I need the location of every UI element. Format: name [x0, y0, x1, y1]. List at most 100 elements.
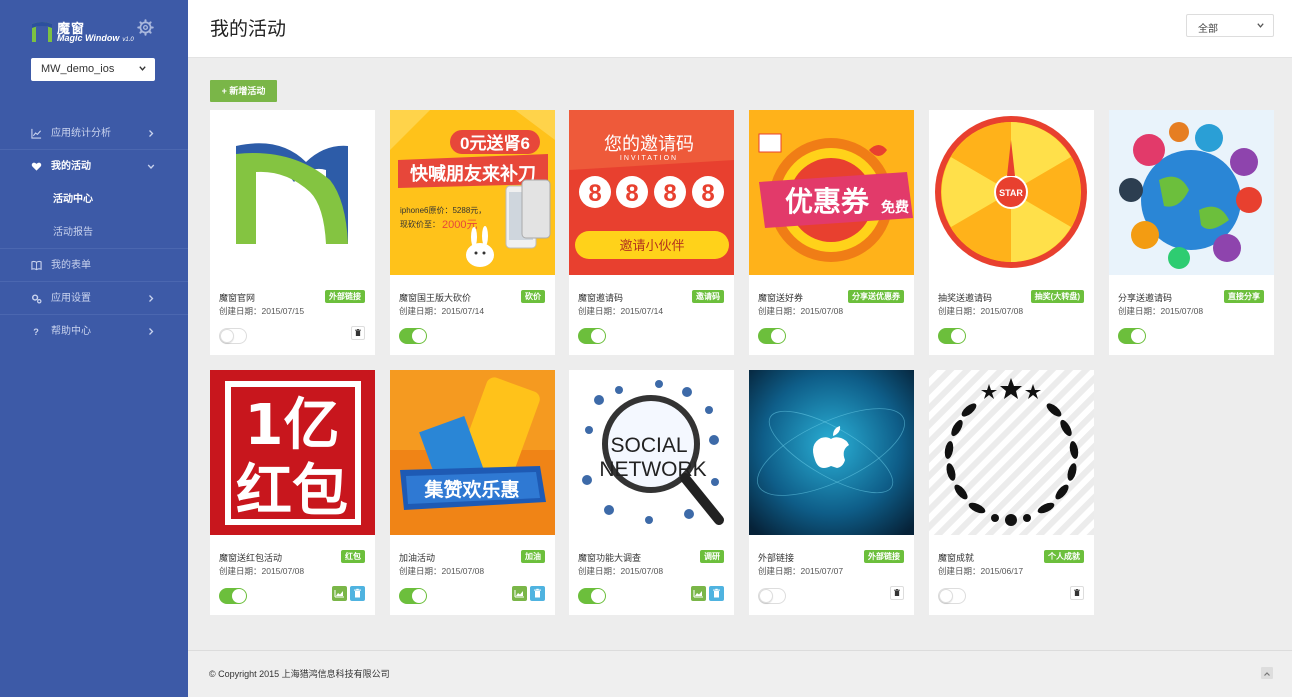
social-globe-thumbnail[interactable] — [1109, 110, 1274, 275]
delete-button[interactable] — [709, 586, 724, 601]
activity-name: 魔窗送红包活动 — [219, 553, 283, 563]
sidebar-item-settings[interactable]: 应用设置 — [0, 282, 188, 315]
activity-card[interactable]: STAR 抽奖送邀请码 创建日期：2015/07/08 抽奖(大转盘) — [929, 110, 1094, 355]
activity-toggle[interactable] — [399, 588, 427, 604]
delete-button[interactable] — [530, 586, 545, 601]
activity-card[interactable]: 魔窗成就 创建日期：2015/06/17 个人成就 — [929, 370, 1094, 615]
lucky-wheel-thumbnail[interactable]: STAR — [929, 110, 1094, 275]
activity-card[interactable]: SOCIAL NETWORK 魔窗功能大调查 创建日期：2015/07/08 调… — [569, 370, 734, 615]
activity-card[interactable]: 0元送肾6 快喊朋友来补刀 iphone6原价：5288元， 现砍价至： 200… — [390, 110, 555, 355]
social-text-2: NETWORK — [599, 458, 706, 481]
activity-type-badge: 直接分享 — [1224, 290, 1264, 303]
toggle-knob — [412, 589, 426, 603]
add-activity-button[interactable]: + 新增活动 — [210, 80, 277, 102]
logo-version: v1.0 — [122, 37, 134, 43]
activity-toggle[interactable] — [938, 588, 966, 604]
heart-icon — [31, 162, 42, 171]
sidebar-item-label: 活动中心 — [53, 194, 93, 205]
delete-button[interactable] — [890, 586, 904, 600]
gear-icon[interactable] — [137, 19, 154, 36]
activity-card[interactable]: 1亿 红包 魔窗送红包活动 创建日期：2015/07/08 红包 — [210, 370, 375, 615]
sidebar-item-activity-center[interactable]: 活动中心 — [0, 183, 188, 216]
activity-name: 魔窗成就 — [938, 553, 975, 563]
activity-card[interactable]: 集赞欢乐惠 加油活动 创建日期：2015/07/08 加油 — [390, 370, 555, 615]
delete-button[interactable] — [1070, 586, 1084, 600]
filter-value: 全部 — [1198, 24, 1218, 35]
activity-date: 创建日期：2015/07/08 — [219, 566, 305, 576]
trash-icon — [354, 588, 361, 598]
report-button[interactable] — [691, 586, 706, 601]
delete-button[interactable] — [350, 586, 365, 601]
bargain-price-original: iphone6原价：5288元， — [400, 206, 486, 215]
chart-icon — [334, 590, 344, 598]
activity-toggle[interactable] — [219, 328, 247, 344]
activity-toggle[interactable] — [758, 328, 786, 344]
invite-digit: 8 — [588, 180, 601, 207]
brand-logo[interactable]: 魔窗 Magic Window v1.0 — [30, 18, 134, 46]
activity-toggle[interactable] — [399, 328, 427, 344]
report-button[interactable] — [332, 586, 347, 601]
activity-toggle[interactable] — [219, 588, 247, 604]
invite-digit: 8 — [625, 180, 638, 207]
question-icon: ? — [33, 327, 39, 337]
activity-type-badge: 外部链接 — [325, 290, 365, 303]
activity-name: 外部链接 — [758, 553, 795, 563]
status-filter-select[interactable]: 全部 — [1186, 14, 1274, 37]
sidebar-item-label: 我的活动 — [51, 161, 91, 172]
sidebar-item-help[interactable]: ? 帮助中心 — [0, 315, 188, 348]
activity-toggle[interactable] — [578, 588, 606, 604]
social-network-thumbnail[interactable]: SOCIAL NETWORK — [569, 370, 734, 535]
activity-toggle[interactable] — [1118, 328, 1146, 344]
activity-card[interactable]: 分享送邀请码 创建日期：2015/07/08 直接分享 — [1109, 110, 1274, 355]
activity-card[interactable]: 外部链接 创建日期：2015/07/07 外部链接 — [749, 370, 914, 615]
sidebar-item-forms[interactable]: 我的表单 — [0, 249, 188, 282]
page-footer: © Copyright 2015 上海猎鸿信息科技有限公司 — [188, 650, 1292, 697]
chevron-right-icon — [149, 130, 154, 137]
app-select[interactable]: MW_demo_ios — [31, 58, 155, 81]
toggle-knob — [412, 329, 426, 343]
logo-en-name: Magic Window — [57, 33, 120, 43]
chevron-down-icon — [147, 164, 155, 169]
sidebar-item-activities[interactable]: 我的活动 — [0, 150, 188, 183]
activity-name: 加油活动 — [399, 553, 436, 563]
red-envelope-thumbnail[interactable]: 1亿 红包 — [210, 370, 375, 535]
trash-icon — [355, 329, 361, 336]
activity-type-badge: 分享送优惠券 — [848, 290, 904, 303]
activity-date: 创建日期：2015/07/15 — [219, 306, 305, 316]
activity-toggle[interactable] — [938, 328, 966, 344]
scroll-to-top-button[interactable] — [1261, 667, 1273, 679]
magicwindow-logo-thumbnail[interactable] — [210, 110, 375, 275]
toggle-knob — [591, 329, 605, 343]
activity-card[interactable]: 您的邀请码 INVITATION 8 8 8 8 邀请小伙伴 魔窗邀请码 创建日… — [569, 110, 734, 355]
activity-type-badge: 邀请码 — [692, 290, 724, 303]
chevron-down-icon — [1257, 23, 1264, 28]
trash-icon — [534, 588, 541, 598]
activity-card[interactable]: 魔窗官网 创建日期：2015/07/15 外部链接 — [210, 110, 375, 355]
invite-title: 您的邀请码 — [604, 134, 694, 155]
activity-toggle[interactable] — [578, 328, 606, 344]
chart-icon — [693, 590, 703, 598]
sidebar-item-stats[interactable]: 应用统计分析 — [0, 117, 188, 150]
activity-date: 创建日期：2015/07/08 — [938, 306, 1024, 316]
invitation-code-thumbnail[interactable]: 您的邀请码 INVITATION 8 8 8 8 邀请小伙伴 — [569, 110, 734, 275]
line-chart-icon — [31, 128, 42, 139]
toggle-knob — [759, 589, 773, 603]
activity-name: 分享送邀请码 — [1118, 293, 1173, 303]
coupon-thumbnail[interactable]: 优惠券 免费 — [749, 110, 914, 275]
sidebar-item-label: 帮助中心 — [51, 326, 91, 337]
delete-button[interactable] — [351, 326, 365, 340]
bargain-iphone6-thumbnail[interactable]: 0元送肾6 快喊朋友来补刀 iphone6原价：5288元， 现砍价至： 200… — [390, 110, 555, 275]
activity-card[interactable]: 优惠券 免费 魔窗送好券 创建日期：2015/07/08 分享送优惠券 — [749, 110, 914, 355]
report-button[interactable] — [512, 586, 527, 601]
chevron-right-icon — [149, 328, 154, 335]
copyright-text: © Copyright 2015 上海猎鸿信息科技有限公司 — [209, 669, 390, 679]
activity-type-badge: 加油 — [521, 550, 545, 563]
apple-blue-thumbnail[interactable] — [749, 370, 914, 535]
invite-digit: 8 — [663, 180, 676, 207]
sidebar-item-activity-report[interactable]: 活动报告 — [0, 216, 188, 249]
activity-date: 创建日期：2015/06/17 — [938, 566, 1024, 576]
activity-toggle[interactable] — [758, 588, 786, 604]
laurel-wreath-thumbnail[interactable] — [929, 370, 1094, 535]
cheer-text: 集赞欢乐惠 — [423, 478, 519, 501]
cheer-ticket-thumbnail[interactable]: 集赞欢乐惠 — [390, 370, 555, 535]
